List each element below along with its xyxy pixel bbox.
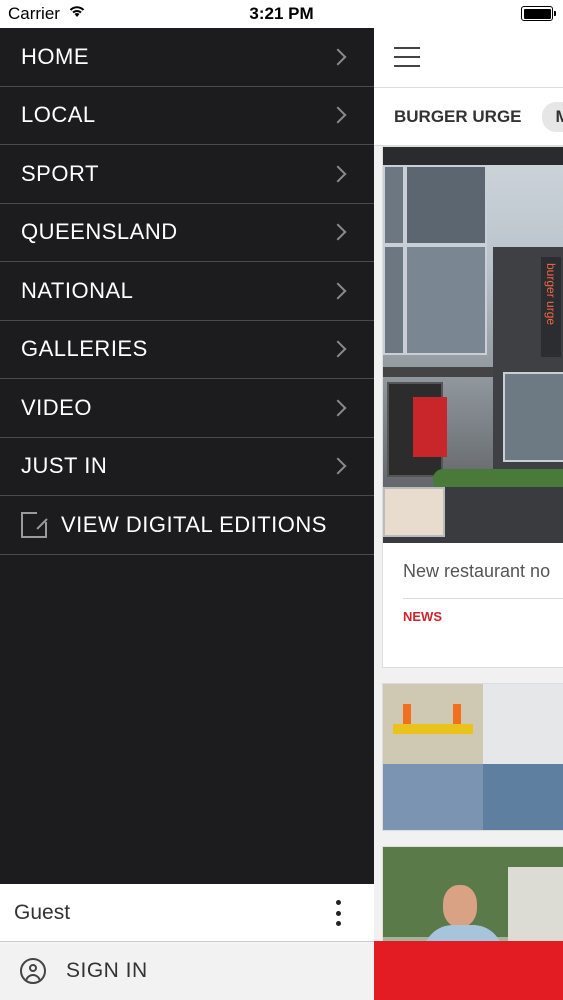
category-tabs: BURGER URGE MA bbox=[374, 88, 563, 146]
top-app-bar bbox=[374, 28, 563, 88]
menu-item-galleries[interactable]: GALLERIES bbox=[0, 321, 374, 379]
chevron-right-icon bbox=[329, 165, 347, 183]
menu-item-label: HOME bbox=[21, 43, 89, 69]
menu-item-label: NATIONAL bbox=[21, 277, 134, 303]
menu-item-just-in[interactable]: JUST IN bbox=[0, 438, 374, 496]
kebab-menu-icon[interactable] bbox=[336, 900, 342, 926]
chevron-right-icon bbox=[329, 282, 347, 300]
user-icon bbox=[20, 958, 46, 984]
sign-in-button[interactable]: SIGN IN bbox=[0, 942, 374, 1000]
status-bar: Carrier 3:21 PM bbox=[0, 0, 563, 28]
chevron-right-icon bbox=[329, 223, 347, 241]
tab-ma[interactable]: MA bbox=[541, 101, 563, 132]
tab-burger-urge[interactable]: BURGER URGE bbox=[394, 107, 522, 127]
article-tag: NEWS bbox=[403, 609, 442, 624]
guest-label: Guest bbox=[14, 900, 71, 924]
sign-in-label: SIGN IN bbox=[66, 959, 148, 982]
article-card[interactable] bbox=[382, 683, 563, 831]
menu-item-home[interactable]: HOME bbox=[0, 28, 374, 87]
status-time: 3:21 PM bbox=[249, 4, 314, 23]
menu-item-label: JUST IN bbox=[21, 453, 108, 479]
burger-urge-sign: burger urge bbox=[541, 257, 561, 357]
construction-workers-photo bbox=[383, 684, 563, 830]
article-title: New restaurant no bbox=[403, 561, 551, 581]
menu-item-label: VIDEO bbox=[21, 394, 92, 420]
hamburger-menu-icon[interactable] bbox=[394, 47, 420, 67]
menu-item-label: LOCAL bbox=[21, 102, 96, 128]
menu-item-queensland[interactable]: QUEENSLAND bbox=[0, 204, 374, 262]
chevron-right-icon bbox=[329, 399, 347, 417]
external-link-icon bbox=[21, 509, 49, 538]
digital-editions-label: VIEW DIGITAL EDITIONS bbox=[61, 511, 327, 537]
battery-icon bbox=[521, 6, 556, 21]
chevron-right-icon bbox=[329, 106, 347, 124]
menu-item-sport[interactable]: SPORT bbox=[0, 145, 374, 204]
restaurant-building-photo: burger urge bbox=[383, 147, 563, 543]
bottom-accent-bar bbox=[374, 941, 563, 1000]
menu-item-national[interactable]: NATIONAL bbox=[0, 262, 374, 321]
menu-item-label: GALLERIES bbox=[21, 336, 148, 362]
article-card[interactable]: burger urge New restaurant no NEWS bbox=[382, 146, 563, 668]
menu-item-label: SPORT bbox=[21, 160, 99, 186]
chevron-right-icon bbox=[329, 48, 347, 66]
navigation-drawer: HOME LOCAL SPORT QUEENSLAND NATIONAL GAL… bbox=[0, 28, 374, 1000]
menu-item-local[interactable]: LOCAL bbox=[0, 87, 374, 145]
main-content: BURGER URGE MA burger urge New restauran… bbox=[374, 28, 563, 1000]
chevron-right-icon bbox=[329, 457, 347, 475]
menu-item-video[interactable]: VIDEO bbox=[0, 379, 374, 438]
menu-item-label: QUEENSLAND bbox=[21, 219, 178, 245]
guest-account-row[interactable]: Guest bbox=[0, 884, 374, 942]
chevron-right-icon bbox=[329, 340, 347, 358]
view-digital-editions-link[interactable]: VIEW DIGITAL EDITIONS bbox=[0, 496, 374, 555]
